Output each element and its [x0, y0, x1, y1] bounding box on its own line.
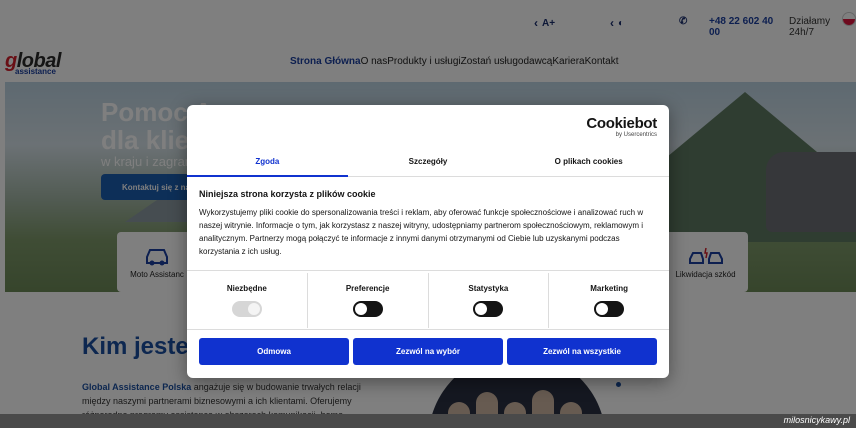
cookie-consent-dialog: Cookiebot by Usercentrics Zgoda Szczegół… [187, 105, 669, 378]
cookie-tabs: Zgoda Szczegóły O plikach cookies [187, 147, 669, 177]
cookie-body: Wykorzystujemy pliki cookie do spersonal… [199, 208, 644, 256]
category-preferences: Preferencje [308, 273, 429, 328]
allow-selection-button[interactable]: Zezwól na wybór [353, 338, 503, 365]
cookiebot-logo: Cookiebot by Usercentrics [586, 115, 657, 138]
tab-about-cookies[interactable]: O plikach cookies [508, 147, 669, 176]
divider [187, 329, 669, 330]
watermark-text: milosnicykawy.pl [783, 415, 850, 425]
necessary-toggle [231, 301, 262, 317]
category-label: Marketing [590, 284, 629, 293]
category-label: Statystyka [468, 284, 509, 293]
watermark-bar: milosnicykawy.pl [0, 414, 856, 428]
marketing-toggle[interactable] [594, 301, 625, 317]
category-statistics: Statystyka [429, 273, 550, 328]
statistics-toggle[interactable] [473, 301, 504, 317]
category-label: Niezbędne [226, 284, 267, 293]
cookie-heading: Niniejsza strona korzysta z plików cooki… [199, 189, 376, 199]
cookie-categories: Niezbędne Preferencje Statystyka Marketi… [187, 273, 669, 328]
divider [187, 270, 669, 271]
preferences-toggle[interactable] [352, 301, 383, 317]
allow-all-button[interactable]: Zezwól na wszystkie [507, 338, 657, 365]
tab-details[interactable]: Szczegóły [348, 147, 509, 176]
category-necessary: Niezbędne [187, 273, 308, 328]
tab-consent[interactable]: Zgoda [187, 147, 348, 177]
category-marketing: Marketing [549, 273, 669, 328]
category-label: Preferencje [345, 284, 390, 293]
deny-button[interactable]: Odmowa [199, 338, 349, 365]
